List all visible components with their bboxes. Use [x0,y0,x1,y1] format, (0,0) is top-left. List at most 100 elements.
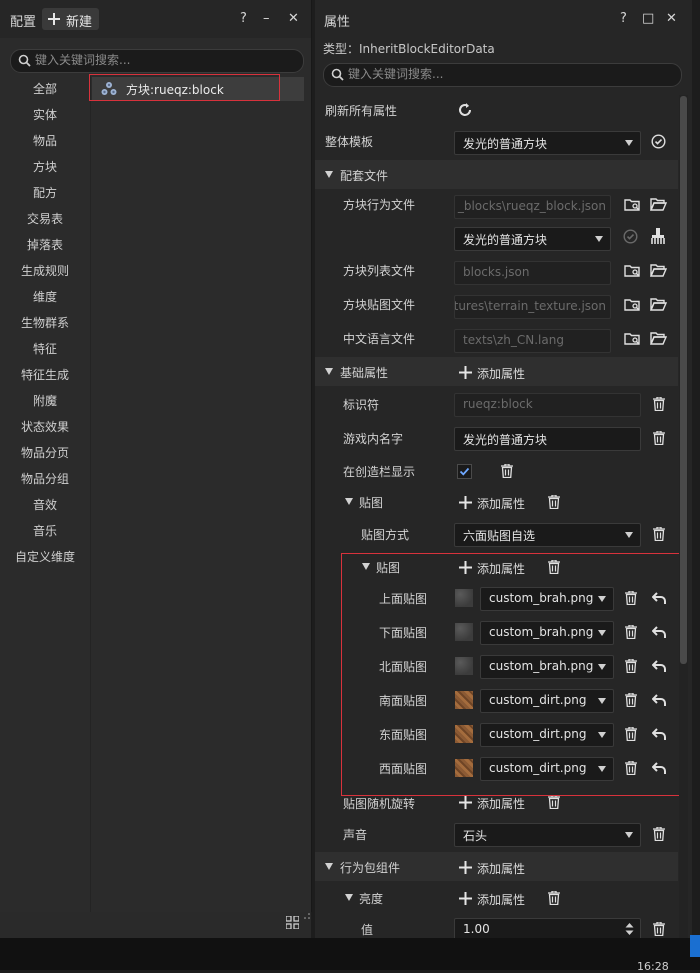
texture-mode-select[interactable]: 六面贴图自选 [454,523,641,547]
grid-icon[interactable] [286,916,299,929]
identifier-value: rueqz:block [463,397,533,411]
category-item[interactable]: 音乐 [0,518,90,544]
config-search-bar[interactable] [10,49,304,73]
sound-select[interactable]: 石头 [454,823,641,847]
maximize-icon[interactable]: □ [642,11,654,26]
refresh-icon[interactable] [457,102,473,118]
category-item[interactable]: 物品分组 [0,466,90,492]
properties-search-input[interactable] [348,66,652,82]
trash-icon[interactable] [653,922,665,936]
folder-search-icon[interactable] [624,297,641,312]
category-item[interactable]: 掉落表 [0,232,90,258]
resize-grip-icon[interactable] [303,912,311,920]
creative-checkbox[interactable] [457,464,472,479]
texture-file-value: tures\terrain_texture.json [454,299,606,313]
close-icon[interactable]: ✕ [666,11,677,26]
random-rotation-label: 贴图随机旋转 [343,797,416,811]
template-value: 发光的普通方块 [463,137,548,151]
trash-icon[interactable] [501,464,513,478]
broom-icon[interactable] [651,228,665,244]
properties-scrollbar-thumb[interactable] [680,96,687,664]
texture-highlight-box [341,553,680,796]
collapse-triangle-icon[interactable] [325,863,333,870]
folder-search-icon[interactable] [624,197,641,212]
plus-icon [459,861,472,874]
trash-icon[interactable] [548,795,560,809]
minimize-icon[interactable]: – [263,11,270,26]
behavior-template-value: 发光的普通方块 [463,233,548,247]
category-item[interactable]: 方块 [0,154,90,180]
folder-open-icon[interactable] [650,263,667,278]
new-button[interactable]: 新建 [42,8,99,30]
trash-icon[interactable] [653,827,665,841]
trash-icon[interactable] [653,431,665,445]
collapse-triangle-icon[interactable] [325,171,333,178]
category-item[interactable]: 特征 [0,336,90,362]
category-item[interactable]: 状态效果 [0,414,90,440]
behavior-template-select[interactable]: 发光的普通方块 [454,227,611,251]
behavior-file-field[interactable]: _blocks\rueqz_block.json [454,195,611,219]
close-icon[interactable]: ✕ [288,11,299,26]
collapse-triangle-icon[interactable] [345,894,353,901]
check-circle-icon[interactable] [623,229,638,244]
folder-open-icon[interactable] [650,331,667,346]
chevron-down-icon [625,140,633,146]
behavior-file-label: 方块行为文件 [343,198,416,212]
category-item[interactable]: 附魔 [0,388,90,414]
ingame-name-field[interactable]: 发光的普通方块 [454,427,641,451]
category-item[interactable]: 音效 [0,492,90,518]
taskbar-app-edge[interactable] [690,935,700,957]
basic-section-title: 基础属性 [340,366,389,380]
config-title: 配置 [10,15,37,30]
config-search-input[interactable] [35,52,284,68]
properties-search-bar[interactable] [323,63,682,87]
texture-mode-value: 六面贴图自选 [463,529,536,543]
identifier-label: 标识符 [343,398,380,412]
checkmark-icon [459,467,470,476]
help-icon[interactable]: ? [240,11,247,26]
taskbar-clock: 16:28 [637,960,669,973]
template-label: 整体模板 [325,135,374,149]
category-item[interactable]: 生物群系 [0,310,90,336]
category-item[interactable]: 特征生成 [0,362,90,388]
category-item[interactable]: 交易表 [0,206,90,232]
block-list-field[interactable]: blocks.json [454,261,611,285]
category-item[interactable]: 物品 [0,128,90,154]
folder-open-icon[interactable] [650,197,667,212]
trash-icon[interactable] [548,891,560,905]
creative-label: 在创造栏显示 [343,465,416,479]
spin-arrows-icon[interactable] [625,922,634,936]
new-button-label: 新建 [66,15,93,30]
category-item[interactable]: 自定义维度 [0,544,90,570]
chevron-down-icon [625,532,633,538]
trash-icon[interactable] [548,495,560,509]
trash-icon[interactable] [653,527,665,541]
category-list: 全部 实体 物品 方块 配方 交易表 掉落表 生成规则 维度 生物群系 特征 特征生成 附魔 状态效果 物品… [0,76,91,912]
folder-open-icon[interactable] [650,297,667,312]
help-icon[interactable]: ? [620,11,627,26]
category-item[interactable]: 物品分页 [0,440,90,466]
category-item[interactable]: 实体 [0,102,90,128]
config-panel: 配置 新建 ? – ✕ 全部实体物品方块配方交易表掉落表生成规则维度生物群系特征… [0,0,312,912]
properties-titlebar: 属性 ? □ ✕ [315,0,692,38]
identifier-field: rueqz:block [454,393,641,417]
folder-search-icon[interactable] [624,331,641,346]
template-select[interactable]: 发光的普通方块 [454,131,641,155]
collapse-triangle-icon[interactable] [345,498,353,505]
highlight-box [89,74,280,101]
lang-file-field[interactable]: texts\zh_CN.lang [454,329,611,353]
ingame-name-value: 发光的普通方块 [463,433,548,447]
collapse-triangle-icon[interactable] [325,368,333,375]
category-item[interactable]: 生成规则 [0,258,90,284]
category-item[interactable]: 维度 [0,284,90,310]
check-circle-icon[interactable] [651,134,666,149]
trash-icon[interactable] [653,397,665,411]
behavior-pack-section-title: 行为包组件 [340,861,401,875]
texture-file-field[interactable]: tures\terrain_texture.json [454,295,611,319]
type-text: 类型：InheritBlockEditorData [323,42,495,56]
category-item[interactable]: 全部 [0,76,90,102]
add-attribute-label: 添加属性 [477,367,526,381]
value-spinbox[interactable]: 1.00 [454,918,641,940]
category-item[interactable]: 配方 [0,180,90,206]
folder-search-icon[interactable] [624,263,641,278]
